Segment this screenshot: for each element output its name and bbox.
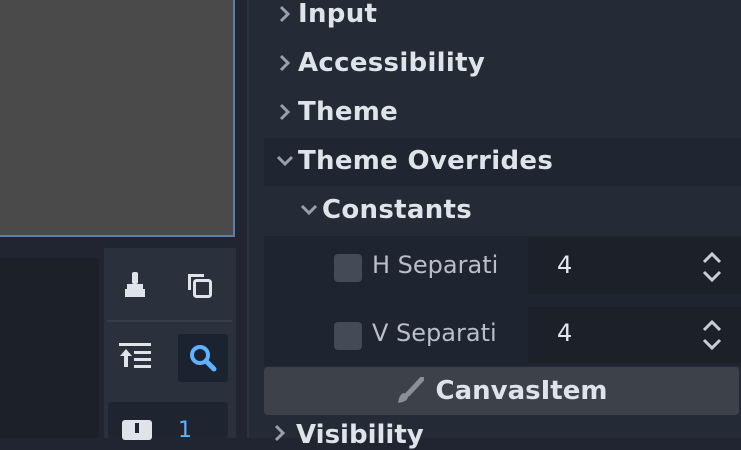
section-label: Theme bbox=[298, 97, 399, 127]
v-separation-spinner[interactable] bbox=[700, 317, 724, 353]
section-label: Accessibility bbox=[298, 48, 486, 78]
spinner-arrows-icon bbox=[702, 319, 722, 351]
search-filter-button[interactable] bbox=[178, 334, 228, 382]
section-label: Input bbox=[298, 0, 378, 29]
output-log-area[interactable] bbox=[0, 258, 99, 438]
chevron-right-icon bbox=[274, 54, 296, 72]
clear-output-button[interactable] bbox=[113, 263, 157, 307]
section-theme[interactable]: Theme bbox=[264, 89, 398, 135]
copy-output-button[interactable] bbox=[178, 263, 222, 307]
error-icon bbox=[122, 420, 152, 440]
section-constants[interactable]: Constants bbox=[288, 187, 472, 233]
chevron-down-icon bbox=[274, 155, 296, 167]
chevron-right-icon bbox=[274, 5, 296, 23]
h-separation-spinner[interactable] bbox=[700, 249, 724, 285]
copy-icon bbox=[188, 274, 212, 298]
toolbar-separator bbox=[107, 320, 232, 322]
collapse-icon bbox=[119, 343, 151, 368]
editor-viewport[interactable] bbox=[0, 0, 235, 237]
section-label: Constants bbox=[322, 195, 473, 225]
collapse-duplicates-button[interactable] bbox=[113, 334, 157, 378]
canvasitem-label: CanvasItem bbox=[435, 376, 608, 406]
v-separation-checkbox[interactable] bbox=[334, 322, 362, 350]
v-separation-label: V Separati bbox=[372, 319, 497, 347]
spinner-arrows-icon bbox=[702, 251, 722, 283]
h-separation-value[interactable]: 4 bbox=[557, 251, 572, 279]
chevron-right-icon bbox=[274, 424, 286, 446]
section-visibility[interactable]: Visibility bbox=[296, 420, 424, 450]
error-count: 1 bbox=[178, 418, 192, 443]
section-label: Theme Overrides bbox=[298, 146, 554, 176]
h-separation-label: H Separati bbox=[372, 251, 499, 279]
clear-icon bbox=[125, 272, 145, 297]
chevron-right-icon bbox=[274, 103, 296, 121]
section-accessibility[interactable]: Accessibility bbox=[264, 40, 485, 86]
v-separation-value[interactable]: 4 bbox=[557, 319, 572, 347]
section-input[interactable]: Input bbox=[264, 0, 377, 37]
search-icon bbox=[190, 345, 217, 372]
h-separation-checkbox[interactable] bbox=[334, 254, 362, 282]
chevron-down-icon bbox=[298, 204, 320, 216]
brush-icon bbox=[397, 377, 424, 403]
canvasitem-category[interactable]: CanvasItem bbox=[264, 367, 739, 415]
section-theme-overrides[interactable]: Theme Overrides bbox=[264, 138, 553, 184]
